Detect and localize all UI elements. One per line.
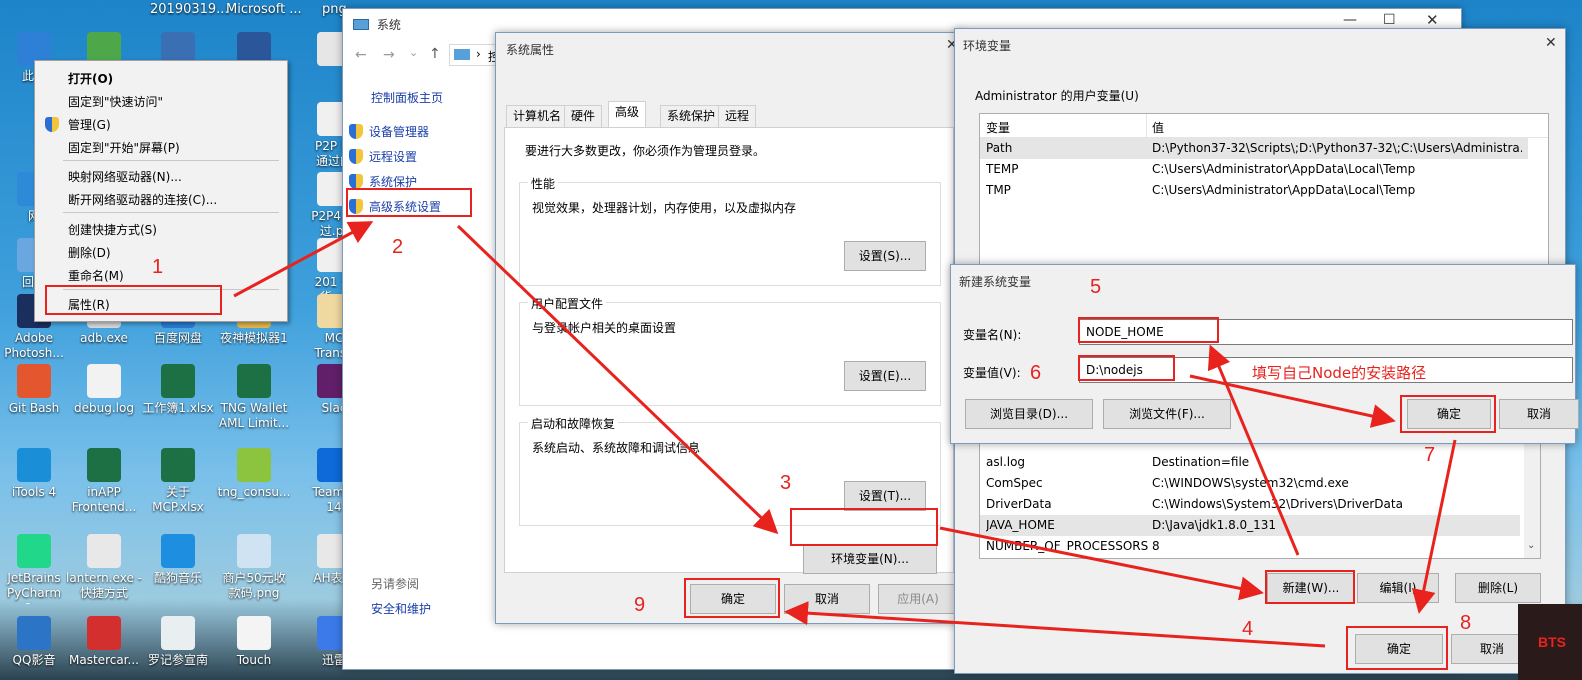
annotation-arrows <box>233 221 1457 648</box>
arrow-step-1-to-2 <box>233 221 374 298</box>
arrow-step-8-to-9 <box>784 601 1326 648</box>
arrow-step-6-to-7 <box>1189 374 1396 428</box>
arrow-step-4-to-5 <box>1207 344 1300 556</box>
arrow-step-3-to-4 <box>939 526 1264 601</box>
arrow-step-2-to-3 <box>456 224 779 535</box>
arrow-step-7-to-8 <box>1411 439 1457 614</box>
